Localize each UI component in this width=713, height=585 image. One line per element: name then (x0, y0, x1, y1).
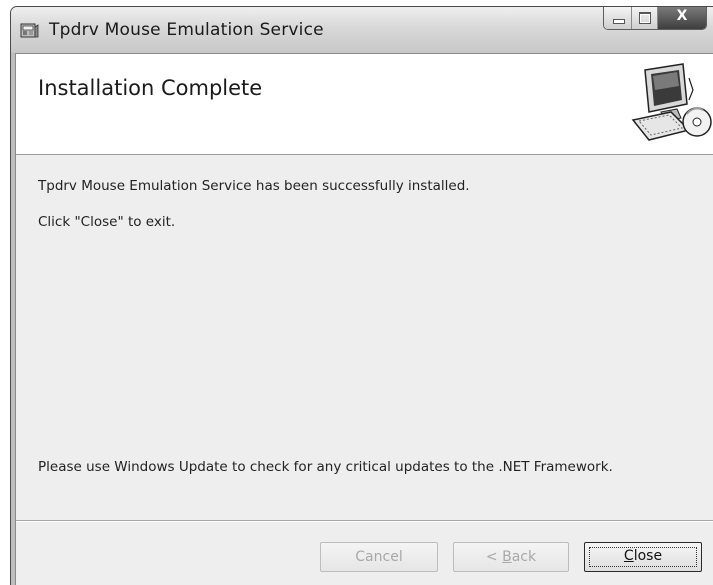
installer-window: Tpdrv Mouse Emulation Service X Installa… (10, 6, 713, 585)
computer-disc-icon (631, 60, 713, 144)
cancel-button[interactable]: Cancel (320, 542, 438, 572)
minimize-button[interactable] (604, 7, 632, 29)
close-icon: X (676, 8, 688, 24)
close-window-button[interactable]: X (658, 7, 706, 29)
minimize-icon (613, 19, 625, 24)
back-button-rest: ack (511, 549, 537, 565)
update-notice: Please use Windows Update to check for a… (38, 459, 613, 475)
cancel-button-label: Cancel (355, 549, 403, 565)
caption-buttons: X (603, 7, 707, 30)
header-banner: Installation Complete (16, 54, 713, 155)
page-title: Installation Complete (38, 76, 263, 100)
back-button[interactable]: < Back (453, 542, 569, 572)
window-title: Tpdrv Mouse Emulation Service (49, 20, 324, 40)
close-button-mnemonic: C (623, 548, 634, 564)
installer-app-icon (19, 21, 39, 41)
button-divider (16, 520, 713, 522)
dialog-body: Installation Complete Tpdrv Mouse Emulat… (15, 53, 713, 585)
back-button-prefix: < (485, 549, 503, 565)
success-message: Tpdrv Mouse Emulation Service has been s… (38, 178, 470, 194)
close-button[interactable]: Close (584, 542, 702, 572)
exit-instruction: Click "Close" to exit. (38, 214, 176, 230)
close-button-rest: lose (633, 548, 663, 564)
maximize-icon (639, 12, 651, 24)
title-bar[interactable]: Tpdrv Mouse Emulation Service X (11, 7, 713, 53)
back-button-mnemonic: B (502, 549, 512, 565)
maximize-button[interactable] (632, 7, 658, 29)
